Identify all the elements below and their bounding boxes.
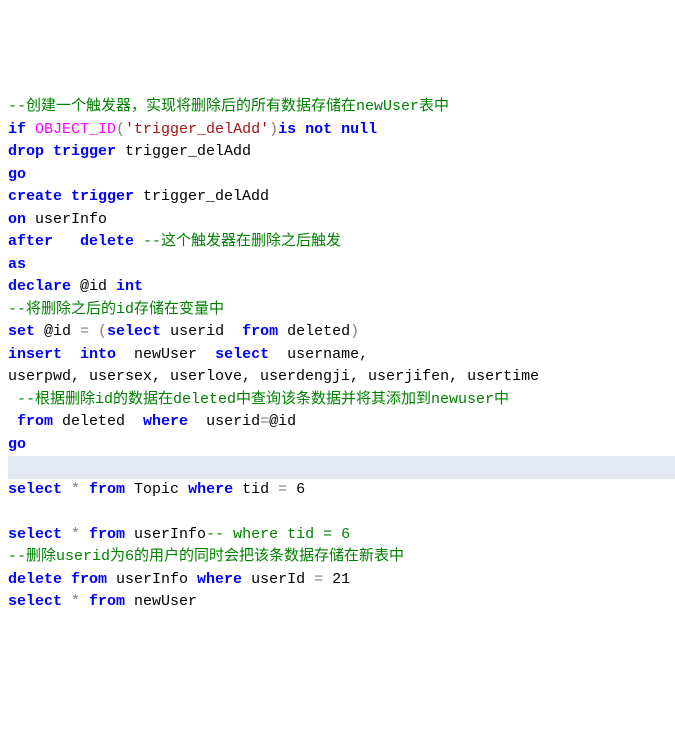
code-line: select * from Topic where tid = 6 — [8, 479, 675, 502]
keyword-drop-trigger: drop trigger — [8, 143, 116, 160]
operator-equals: = — [260, 413, 269, 430]
comment: --删除userid为6的用户的同时会把该条数据存储在新表中 — [8, 548, 404, 565]
identifier: newUser — [116, 346, 215, 363]
keyword-select: select — [8, 526, 62, 543]
identifier: @id — [35, 323, 80, 340]
code-line-highlighted — [8, 456, 675, 479]
code-line: --将删除之后的id存储在变量中 — [8, 299, 675, 322]
identifier: userInfo — [26, 211, 107, 228]
keyword-isnotnull: is not null — [278, 121, 377, 138]
operator-star: * — [62, 481, 80, 498]
identifier: userInfo — [107, 571, 197, 588]
paren-close: ) — [350, 323, 359, 340]
code-line: drop trigger trigger_delAdd — [8, 141, 675, 164]
number-literal: 6 — [296, 481, 305, 498]
keyword-select: select — [8, 593, 62, 610]
keyword-from: from — [80, 481, 125, 498]
code-line: as — [8, 254, 675, 277]
keyword-int: int — [116, 278, 143, 295]
blank-line — [8, 503, 17, 520]
keyword-declare: declare — [8, 278, 71, 295]
paren-open: ( — [116, 121, 125, 138]
keyword-from: from — [242, 323, 278, 340]
identifier: newUser — [125, 593, 197, 610]
code-line: from deleted where userid=@id — [8, 411, 675, 434]
identifier: userId — [242, 571, 314, 588]
comment: --这个触发器在删除之后触发 — [134, 233, 341, 250]
identifier: tid — [233, 481, 278, 498]
keyword-go: go — [8, 166, 26, 183]
identifier: @id — [269, 413, 296, 430]
keyword-from: from — [17, 413, 53, 430]
code-line: go — [8, 434, 675, 457]
identifier: trigger_delAdd — [116, 143, 251, 160]
identifier: deleted — [53, 413, 143, 430]
function-objectid: OBJECT_ID — [26, 121, 116, 138]
keyword-from: from — [62, 571, 107, 588]
keyword-where: where — [188, 481, 233, 498]
keyword-select: select — [215, 346, 269, 363]
operator: = ( — [80, 323, 107, 340]
code-line: select * from userInfo-- where tid = 6 — [8, 524, 675, 547]
code-line: declare @id int — [8, 276, 675, 299]
keyword-where: where — [143, 413, 188, 430]
keyword-from: from — [80, 526, 125, 543]
code-line: on userInfo — [8, 209, 675, 232]
paren-close: ) — [269, 121, 278, 138]
identifier: deleted — [278, 323, 350, 340]
keyword-where: where — [197, 571, 242, 588]
code-line: insert into newUser select username, — [8, 344, 675, 367]
keyword-if: if — [8, 121, 26, 138]
operator-star: * — [62, 526, 80, 543]
blank-line — [8, 458, 17, 475]
string-literal: 'trigger_delAdd' — [125, 121, 269, 138]
keyword-from: from — [80, 593, 125, 610]
identifier: userInfo — [125, 526, 206, 543]
code-line: select * from newUser — [8, 591, 675, 614]
operator-equals: = — [278, 481, 296, 498]
keyword-create-trigger: create trigger — [8, 188, 134, 205]
identifier-list: userpwd, usersex, userlove, userdengji, … — [8, 368, 539, 385]
code-line: after delete --这个触发器在删除之后触发 — [8, 231, 675, 254]
code-line: userpwd, usersex, userlove, userdengji, … — [8, 366, 675, 389]
comment: --将删除之后的id存储在变量中 — [8, 301, 224, 318]
keyword-select: select — [8, 481, 62, 498]
keyword-delete: delete — [80, 233, 134, 250]
keyword-on: on — [8, 211, 26, 228]
comment: -- where tid = 6 — [206, 526, 350, 543]
comment: --根据删除id的数据在deleted中查询该条数据并将其添加到newuser中 — [8, 391, 509, 408]
operator-star: * — [62, 593, 80, 610]
identifier: trigger_delAdd — [134, 188, 269, 205]
code-line: --根据删除id的数据在deleted中查询该条数据并将其添加到newuser中 — [8, 389, 675, 412]
keyword-into: into — [80, 346, 116, 363]
identifier: Topic — [125, 481, 188, 498]
code-line: if OBJECT_ID('trigger_delAdd')is not nul… — [8, 119, 675, 142]
operator-equals: = — [314, 571, 332, 588]
identifier: userid — [188, 413, 260, 430]
code-line: --创建一个触发器，实现将删除后的所有数据存储在newUser表中 — [8, 96, 675, 119]
identifier: userid — [161, 323, 242, 340]
code-line: delete from userInfo where userId = 21 — [8, 569, 675, 592]
whitespace — [62, 346, 80, 363]
code-line: --删除userid为6的用户的同时会把该条数据存储在新表中 — [8, 546, 675, 569]
whitespace — [53, 233, 80, 250]
keyword-insert: insert — [8, 346, 62, 363]
code-line: create trigger trigger_delAdd — [8, 186, 675, 209]
sql-code-editor[interactable]: --创建一个触发器，实现将删除后的所有数据存储在newUser表中 if OBJE… — [8, 96, 675, 614]
whitespace — [8, 413, 17, 430]
code-line: go — [8, 164, 675, 187]
keyword-delete: delete — [8, 571, 62, 588]
identifier: @id — [71, 278, 116, 295]
keyword-go: go — [8, 436, 26, 453]
keyword-after: after — [8, 233, 53, 250]
code-line — [8, 501, 675, 524]
keyword-select: select — [107, 323, 161, 340]
keyword-set: set — [8, 323, 35, 340]
code-line: set @id = (select userid from deleted) — [8, 321, 675, 344]
keyword-as: as — [8, 256, 26, 273]
identifier: username, — [269, 346, 368, 363]
comment: --创建一个触发器，实现将删除后的所有数据存储在newUser表中 — [8, 98, 449, 115]
number-literal: 21 — [332, 571, 350, 588]
